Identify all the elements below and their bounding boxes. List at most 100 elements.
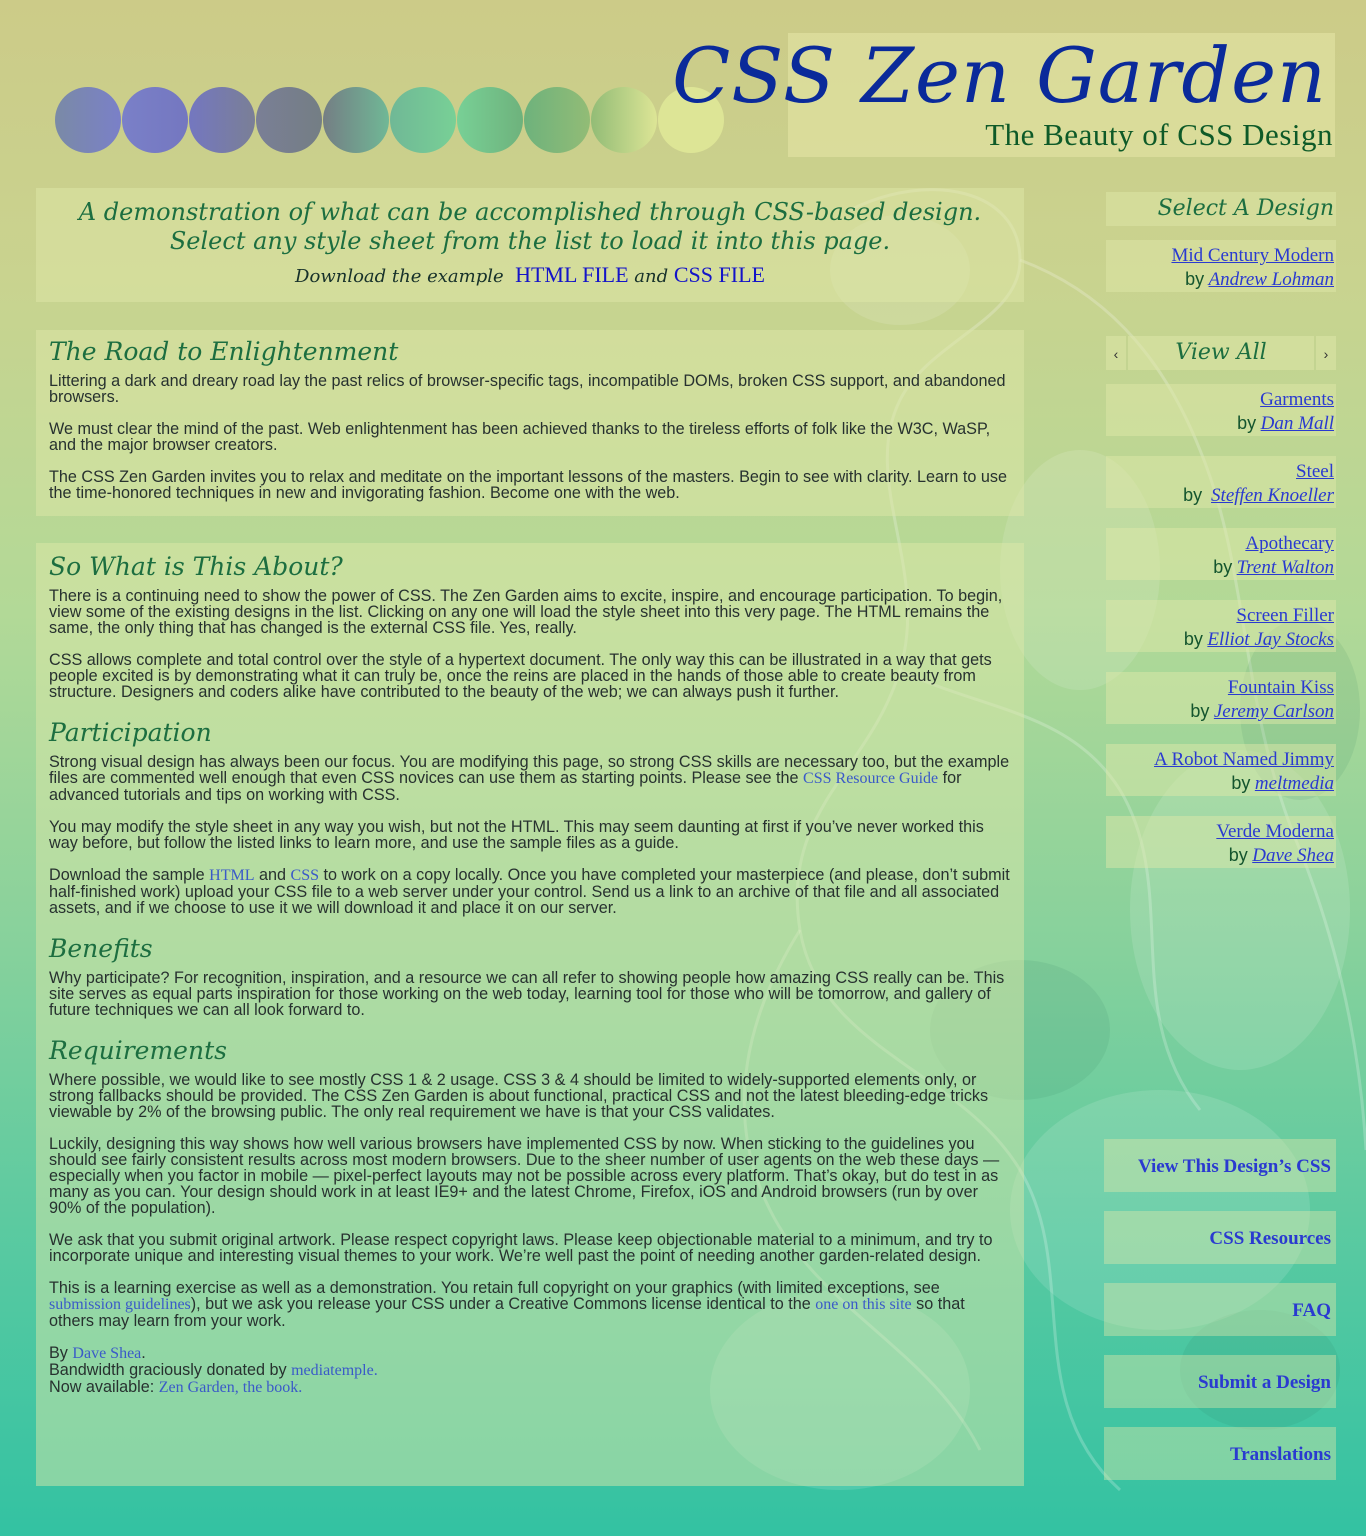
- footer-byline: By Dave Shea.: [49, 1345, 1011, 1362]
- by-label: by: [1183, 629, 1203, 649]
- design-navigation: ‹ View All ›: [1106, 336, 1336, 370]
- road-heading: The Road to Enlightenment: [49, 337, 399, 366]
- book-link[interactable]: Zen Garden, the book.: [159, 1379, 303, 1396]
- design-author-link[interactable]: Elliot Jay Stocks: [1207, 629, 1334, 650]
- by-label: by: [1231, 773, 1251, 793]
- color-circle: [122, 87, 188, 153]
- design-item[interactable]: Fountain Kiss by Jeremy Carlson: [1106, 672, 1336, 724]
- design-author-link[interactable]: Dave Shea: [1252, 845, 1334, 866]
- translations-label: Translations: [1229, 1444, 1331, 1465]
- view-design-css-button[interactable]: View This Design’s CSS: [1104, 1139, 1336, 1192]
- main-content-section: So What is This About? There is a contin…: [36, 543, 1024, 1486]
- faq-label: FAQ: [1292, 1300, 1331, 1321]
- color-circle: [524, 87, 590, 153]
- footer-book: Now available: Zen Garden, the book.: [49, 1379, 1011, 1396]
- color-circle: [55, 87, 121, 153]
- site-title: CSS Zen Garden: [672, 31, 1327, 120]
- design-author-link[interactable]: Jeremy Carlson: [1214, 701, 1334, 722]
- about-paragraph-2: CSS allows complete and total control ov…: [49, 651, 992, 701]
- design-name-link[interactable]: Steel: [1106, 460, 1334, 484]
- design-author-link[interactable]: Dan Mall: [1261, 413, 1334, 434]
- color-circles: [55, 87, 725, 153]
- design-author-link[interactable]: Andrew Lohman: [1209, 269, 1334, 290]
- requirements-text: ), but we ask you release your CSS under…: [190, 1295, 811, 1313]
- submit-design-button[interactable]: Submit a Design: [1104, 1355, 1336, 1408]
- sample-html-link[interactable]: HTML: [209, 867, 254, 884]
- color-circle: [457, 87, 523, 153]
- sample-css-link[interactable]: CSS: [291, 867, 319, 884]
- requirements-paragraph-2: Luckily, designing this way shows how we…: [49, 1135, 1000, 1217]
- participation-text: Download the sample: [49, 866, 205, 884]
- footer-bandwidth-label: Bandwidth graciously donated by: [49, 1361, 287, 1379]
- color-circle: [189, 87, 255, 153]
- css-resources-button[interactable]: CSS Resources: [1104, 1211, 1336, 1264]
- by-label: by: [1237, 413, 1257, 433]
- css-resource-guide-link[interactable]: CSS Resource Guide: [803, 770, 938, 787]
- footer-available-label: Now available:: [49, 1378, 155, 1396]
- road-section: The Road to Enlightenment Littering a da…: [36, 330, 1024, 516]
- design-name-link[interactable]: Fountain Kiss: [1106, 676, 1334, 700]
- translations-button[interactable]: Translations: [1104, 1427, 1336, 1480]
- next-designs-button[interactable]: ›: [1316, 336, 1336, 370]
- by-label: by: [1213, 557, 1233, 577]
- intro-panel: A demonstration of what can be accomplis…: [36, 188, 1024, 302]
- by-label: by: [1190, 701, 1210, 721]
- design-name-link[interactable]: Verde Moderna: [1106, 820, 1334, 844]
- design-name-link[interactable]: A Robot Named Jimmy: [1106, 748, 1334, 772]
- css-file-link[interactable]: CSS FILE: [674, 262, 765, 287]
- participation-paragraph-1: Strong visual design has always been our…: [49, 754, 1011, 803]
- benefits-paragraph-1: Why participate? For recognition, inspir…: [49, 969, 1005, 1019]
- author-link[interactable]: Dave Shea: [72, 1345, 141, 1362]
- intro-line-1: A demonstration of what can be accomplis…: [78, 198, 982, 226]
- design-name-link[interactable]: Apothecary: [1106, 532, 1334, 556]
- requirements-heading: Requirements: [49, 1036, 227, 1065]
- design-name-link[interactable]: Garments: [1106, 388, 1334, 412]
- design-item[interactable]: Steel by Steffen Knoeller: [1106, 456, 1336, 508]
- design-item[interactable]: Verde Moderna by Dave Shea: [1106, 816, 1336, 868]
- faq-button[interactable]: FAQ: [1104, 1283, 1336, 1336]
- footer-by-label: By: [49, 1344, 68, 1362]
- download-and: and: [634, 266, 669, 287]
- footer-period: .: [141, 1344, 146, 1362]
- road-paragraph-3: The CSS Zen Garden invites you to relax …: [49, 468, 1007, 502]
- submission-guidelines-link[interactable]: submission guidelines: [49, 1296, 191, 1313]
- view-all-designs-button[interactable]: View All: [1128, 336, 1314, 370]
- host-link[interactable]: mediatemple.: [291, 1362, 378, 1379]
- design-item[interactable]: Garments by Dan Mall: [1106, 384, 1336, 436]
- participation-heading: Participation: [49, 718, 212, 747]
- color-circle: [591, 87, 657, 153]
- submit-design-label: Submit a Design: [1197, 1372, 1331, 1393]
- intro-line-2: Select any style sheet from the list to …: [169, 227, 891, 255]
- view-design-css-label: View This Design’s CSS: [1137, 1156, 1331, 1177]
- previous-designs-button[interactable]: ‹: [1106, 336, 1126, 370]
- license-link[interactable]: one on this site: [815, 1296, 911, 1313]
- css-resources-label: CSS Resources: [1209, 1228, 1331, 1249]
- site-header: CSS Zen Garden The Beauty of CSS Design: [672, 31, 1335, 157]
- by-label: by: [1185, 269, 1205, 289]
- design-author-link[interactable]: Trent Walton: [1237, 557, 1334, 578]
- design-item[interactable]: Mid Century Modern by Andrew Lohman: [1106, 240, 1336, 292]
- requirements-paragraph-4: This is a learning exercise as well as a…: [49, 1280, 1011, 1329]
- select-design-heading: Select A Design: [1106, 192, 1336, 226]
- about-heading: So What is This About?: [49, 552, 343, 581]
- benefits-heading: Benefits: [49, 934, 153, 963]
- select-design-label: Select A Design: [1157, 196, 1334, 221]
- design-item[interactable]: Screen Filler by Elliot Jay Stocks: [1106, 600, 1336, 652]
- html-file-link[interactable]: HTML FILE: [515, 262, 628, 287]
- about-paragraph-1: There is a continuing need to show the p…: [49, 587, 1003, 637]
- requirements-paragraph-1: Where possible, we would like to see mos…: [49, 1071, 989, 1121]
- by-label: by: [1228, 845, 1248, 865]
- participation-paragraph-3: Download the sample HTML and CSS to work…: [49, 867, 1011, 916]
- road-paragraph-1: Littering a dark and dreary road lay the…: [49, 372, 1006, 406]
- design-author-link[interactable]: meltmedia: [1255, 773, 1334, 794]
- road-paragraph-2: We must clear the mind of the past. Web …: [49, 420, 991, 454]
- design-name-link[interactable]: Mid Century Modern: [1106, 244, 1334, 268]
- design-item[interactable]: A Robot Named Jimmy by meltmedia: [1106, 744, 1336, 796]
- footer-bandwidth: Bandwidth graciously donated by mediatem…: [49, 1362, 1011, 1379]
- design-name-link[interactable]: Screen Filler: [1106, 604, 1334, 628]
- requirements-paragraph-3: We ask that you submit original artwork.…: [49, 1231, 993, 1265]
- color-circle: [256, 87, 322, 153]
- design-item[interactable]: Apothecary by Trent Walton: [1106, 528, 1336, 580]
- color-circle: [323, 87, 389, 153]
- design-author-link[interactable]: Steffen Knoeller: [1211, 485, 1334, 506]
